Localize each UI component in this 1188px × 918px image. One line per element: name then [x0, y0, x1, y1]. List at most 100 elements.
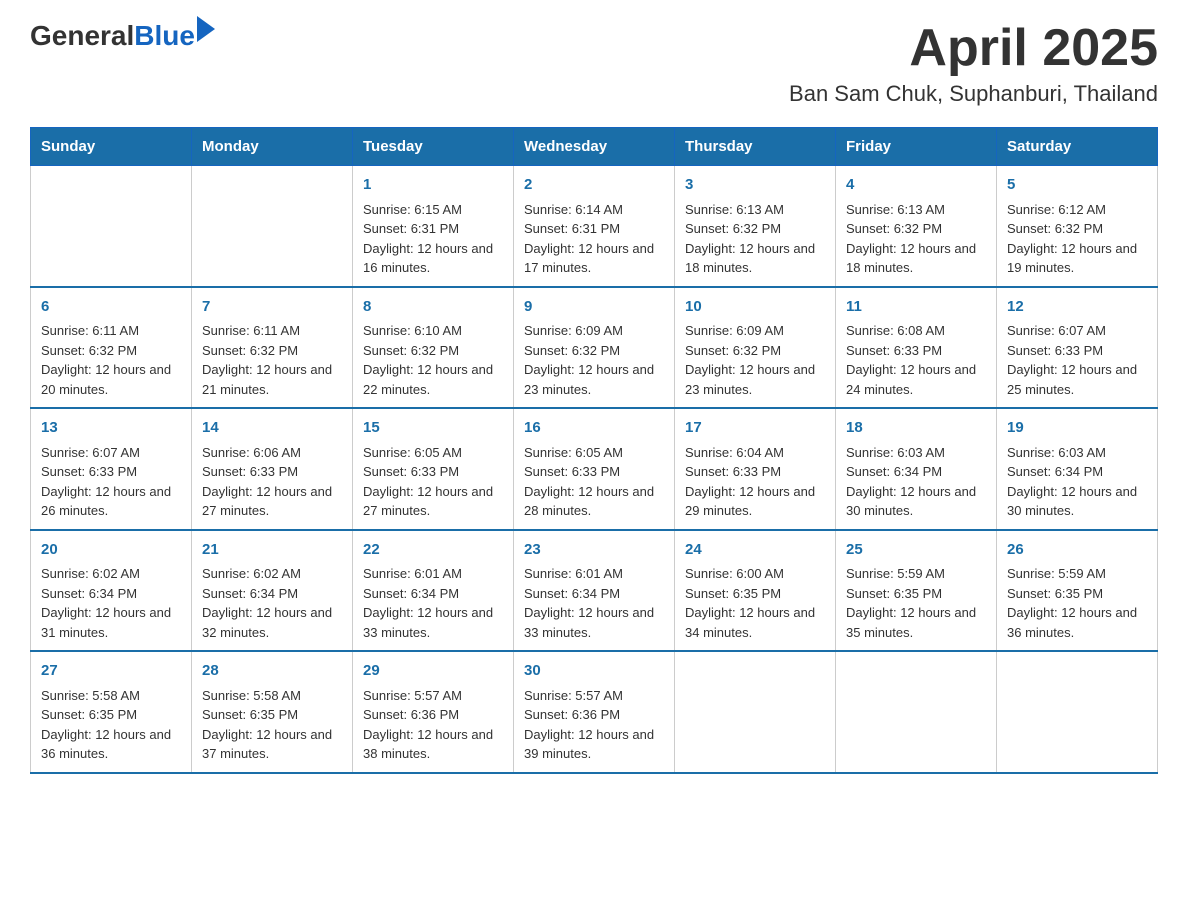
- calendar-week-2: 6Sunrise: 6:11 AMSunset: 6:32 PMDaylight…: [31, 287, 1158, 409]
- sunrise-text: Sunrise: 6:06 AM: [202, 443, 342, 463]
- calendar-cell: 5Sunrise: 6:12 AMSunset: 6:32 PMDaylight…: [997, 166, 1158, 287]
- daylight-text: Daylight: 12 hours and 23 minutes.: [524, 360, 664, 399]
- calendar-cell: 17Sunrise: 6:04 AMSunset: 6:33 PMDayligh…: [675, 408, 836, 530]
- daylight-text: Daylight: 12 hours and 33 minutes.: [524, 603, 664, 642]
- day-number: 30: [524, 660, 664, 683]
- day-number: 17: [685, 417, 825, 440]
- sunrise-text: Sunrise: 6:07 AM: [1007, 321, 1147, 341]
- sunset-text: Sunset: 6:35 PM: [41, 705, 181, 725]
- sunrise-text: Sunrise: 6:11 AM: [202, 321, 342, 341]
- sunrise-text: Sunrise: 5:59 AM: [1007, 564, 1147, 584]
- day-number: 5: [1007, 174, 1147, 197]
- sunset-text: Sunset: 6:34 PM: [363, 584, 503, 604]
- day-number: 13: [41, 417, 181, 440]
- sunrise-text: Sunrise: 6:02 AM: [202, 564, 342, 584]
- day-number: 12: [1007, 296, 1147, 319]
- sunset-text: Sunset: 6:32 PM: [685, 219, 825, 239]
- calendar-cell: [997, 651, 1158, 773]
- sunset-text: Sunset: 6:32 PM: [202, 341, 342, 361]
- sunrise-text: Sunrise: 6:01 AM: [363, 564, 503, 584]
- header-friday: Friday: [836, 128, 997, 166]
- sunset-text: Sunset: 6:32 PM: [685, 341, 825, 361]
- calendar-cell: 29Sunrise: 5:57 AMSunset: 6:36 PMDayligh…: [353, 651, 514, 773]
- day-number: 25: [846, 539, 986, 562]
- daylight-text: Daylight: 12 hours and 32 minutes.: [202, 603, 342, 642]
- calendar-cell: 20Sunrise: 6:02 AMSunset: 6:34 PMDayligh…: [31, 530, 192, 652]
- sunset-text: Sunset: 6:32 PM: [363, 341, 503, 361]
- calendar-header-row: SundayMondayTuesdayWednesdayThursdayFrid…: [31, 128, 1158, 166]
- daylight-text: Daylight: 12 hours and 25 minutes.: [1007, 360, 1147, 399]
- day-number: 10: [685, 296, 825, 319]
- daylight-text: Daylight: 12 hours and 20 minutes.: [41, 360, 181, 399]
- daylight-text: Daylight: 12 hours and 28 minutes.: [524, 482, 664, 521]
- day-number: 26: [1007, 539, 1147, 562]
- sunrise-text: Sunrise: 6:07 AM: [41, 443, 181, 463]
- sunrise-text: Sunrise: 6:03 AM: [1007, 443, 1147, 463]
- daylight-text: Daylight: 12 hours and 37 minutes.: [202, 725, 342, 764]
- calendar-cell: 3Sunrise: 6:13 AMSunset: 6:32 PMDaylight…: [675, 166, 836, 287]
- sunset-text: Sunset: 6:33 PM: [363, 462, 503, 482]
- daylight-text: Daylight: 12 hours and 38 minutes.: [363, 725, 503, 764]
- daylight-text: Daylight: 12 hours and 19 minutes.: [1007, 239, 1147, 278]
- day-number: 21: [202, 539, 342, 562]
- sunset-text: Sunset: 6:33 PM: [41, 462, 181, 482]
- sunset-text: Sunset: 6:33 PM: [1007, 341, 1147, 361]
- day-number: 6: [41, 296, 181, 319]
- sunset-text: Sunset: 6:35 PM: [202, 705, 342, 725]
- daylight-text: Daylight: 12 hours and 17 minutes.: [524, 239, 664, 278]
- header-sunday: Sunday: [31, 128, 192, 166]
- daylight-text: Daylight: 12 hours and 21 minutes.: [202, 360, 342, 399]
- sunrise-text: Sunrise: 6:04 AM: [685, 443, 825, 463]
- calendar-cell: 6Sunrise: 6:11 AMSunset: 6:32 PMDaylight…: [31, 287, 192, 409]
- calendar-cell: [192, 166, 353, 287]
- daylight-text: Daylight: 12 hours and 36 minutes.: [41, 725, 181, 764]
- calendar-cell: 26Sunrise: 5:59 AMSunset: 6:35 PMDayligh…: [997, 530, 1158, 652]
- daylight-text: Daylight: 12 hours and 22 minutes.: [363, 360, 503, 399]
- calendar-week-5: 27Sunrise: 5:58 AMSunset: 6:35 PMDayligh…: [31, 651, 1158, 773]
- calendar-title: April 2025: [789, 20, 1158, 77]
- sunrise-text: Sunrise: 6:13 AM: [685, 200, 825, 220]
- daylight-text: Daylight: 12 hours and 39 minutes.: [524, 725, 664, 764]
- daylight-text: Daylight: 12 hours and 16 minutes.: [363, 239, 503, 278]
- calendar-cell: 24Sunrise: 6:00 AMSunset: 6:35 PMDayligh…: [675, 530, 836, 652]
- day-number: 15: [363, 417, 503, 440]
- sunrise-text: Sunrise: 5:57 AM: [524, 686, 664, 706]
- calendar-cell: 1Sunrise: 6:15 AMSunset: 6:31 PMDaylight…: [353, 166, 514, 287]
- sunrise-text: Sunrise: 5:57 AM: [363, 686, 503, 706]
- day-number: 22: [363, 539, 503, 562]
- logo-blue-text: Blue: [134, 20, 195, 52]
- sunset-text: Sunset: 6:35 PM: [1007, 584, 1147, 604]
- logo: General Blue: [30, 20, 215, 52]
- daylight-text: Daylight: 12 hours and 24 minutes.: [846, 360, 986, 399]
- day-number: 7: [202, 296, 342, 319]
- sunrise-text: Sunrise: 6:08 AM: [846, 321, 986, 341]
- calendar-cell: 13Sunrise: 6:07 AMSunset: 6:33 PMDayligh…: [31, 408, 192, 530]
- calendar-cell: 15Sunrise: 6:05 AMSunset: 6:33 PMDayligh…: [353, 408, 514, 530]
- calendar-cell: 23Sunrise: 6:01 AMSunset: 6:34 PMDayligh…: [514, 530, 675, 652]
- sunrise-text: Sunrise: 6:03 AM: [846, 443, 986, 463]
- day-number: 23: [524, 539, 664, 562]
- sunrise-text: Sunrise: 6:09 AM: [524, 321, 664, 341]
- day-number: 3: [685, 174, 825, 197]
- calendar-cell: 9Sunrise: 6:09 AMSunset: 6:32 PMDaylight…: [514, 287, 675, 409]
- calendar-cell: 28Sunrise: 5:58 AMSunset: 6:35 PMDayligh…: [192, 651, 353, 773]
- logo-general-text: General: [30, 20, 134, 52]
- sunrise-text: Sunrise: 6:02 AM: [41, 564, 181, 584]
- day-number: 28: [202, 660, 342, 683]
- day-number: 1: [363, 174, 503, 197]
- calendar-cell: 30Sunrise: 5:57 AMSunset: 6:36 PMDayligh…: [514, 651, 675, 773]
- sunrise-text: Sunrise: 6:15 AM: [363, 200, 503, 220]
- sunset-text: Sunset: 6:34 PM: [202, 584, 342, 604]
- header-tuesday: Tuesday: [353, 128, 514, 166]
- sunrise-text: Sunrise: 5:58 AM: [41, 686, 181, 706]
- calendar-body: 1Sunrise: 6:15 AMSunset: 6:31 PMDaylight…: [31, 166, 1158, 773]
- daylight-text: Daylight: 12 hours and 30 minutes.: [846, 482, 986, 521]
- sunset-text: Sunset: 6:32 PM: [846, 219, 986, 239]
- calendar-cell: 27Sunrise: 5:58 AMSunset: 6:35 PMDayligh…: [31, 651, 192, 773]
- header-saturday: Saturday: [997, 128, 1158, 166]
- logo-arrow-icon: [197, 16, 215, 42]
- header-monday: Monday: [192, 128, 353, 166]
- sunrise-text: Sunrise: 6:05 AM: [524, 443, 664, 463]
- calendar-subtitle: Ban Sam Chuk, Suphanburi, Thailand: [789, 81, 1158, 107]
- calendar-cell: 8Sunrise: 6:10 AMSunset: 6:32 PMDaylight…: [353, 287, 514, 409]
